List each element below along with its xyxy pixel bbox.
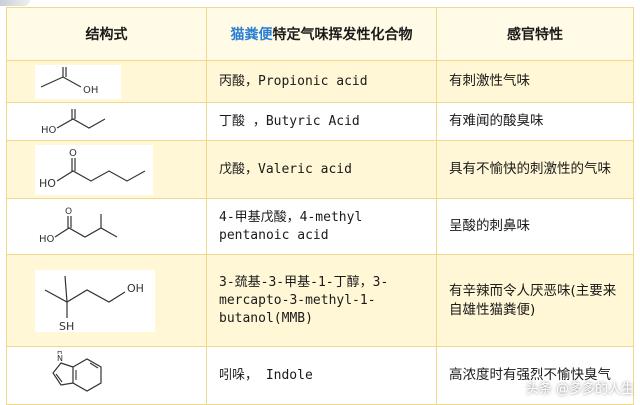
- compound-name: 吲哚， Indole: [206, 346, 437, 405]
- butyric-acid-structure-icon: HO: [35, 105, 131, 138]
- sensory-description: 有辛辣而令人厌恶味(主要来自雄性猫粪便): [436, 254, 634, 347]
- header-compound-highlight: 猫粪便: [230, 27, 273, 43]
- sensory-description: 有刺激性气味: [436, 60, 634, 103]
- table-row: OH SH 3-巯基-3-甲基-1-丁醇，3-mercapto-3-methyl…: [6, 254, 634, 347]
- compound-name: 4-甲基戊酸，4-methyl pentanoic acid: [206, 198, 437, 255]
- compound-name: 丁酸 ，Butyric Acid: [206, 102, 437, 141]
- table-row: OH 丙酸，Propionic acid 有刺激性气味: [6, 60, 634, 103]
- table-row: HO 丁酸 ，Butyric Acid 有难闻的酸臭味: [6, 102, 634, 141]
- compound-name: 3-巯基-3-甲基-1-丁醇，3-mercapto-3-methyl-1-but…: [206, 254, 437, 347]
- structure-cell: N H: [6, 346, 207, 405]
- compound-table: 结构式 猫粪便特定气味挥发性化合物 感官特性 OH 丙酸，Propionic a…: [6, 7, 634, 405]
- oh-label: OH: [127, 282, 144, 295]
- svg-text:H: H: [57, 351, 62, 356]
- sensory-description: 呈酸的刺鼻味: [436, 198, 634, 255]
- oh-label: OH: [83, 85, 98, 96]
- compound-name: 丙酸，Propionic acid: [206, 60, 437, 103]
- compound-name: 戊酸，Valeric acid: [206, 140, 437, 199]
- header-row: 结构式 猫粪便特定气味挥发性化合物 感官特性: [6, 7, 634, 61]
- sh-label: SH: [59, 320, 74, 332]
- mmb-structure-icon: OH SH: [35, 269, 155, 332]
- valeric-acid-structure-icon: HO O: [35, 144, 153, 195]
- indole-structure-icon: N H: [35, 350, 115, 401]
- sensory-description: 有难闻的酸臭味: [436, 102, 634, 141]
- watermark: 头条 @多多的人生: [525, 382, 634, 397]
- header-sensory: 感官特性: [436, 7, 634, 61]
- header-compound-rest: 特定气味挥发性化合物: [272, 27, 413, 43]
- structure-cell: HO O: [6, 198, 207, 255]
- structure-cell: HO: [6, 102, 207, 141]
- ho-label: HO: [39, 177, 56, 190]
- ho-label: HO: [39, 234, 55, 245]
- ho-label: HO: [41, 125, 57, 136]
- header-structure: 结构式: [6, 7, 207, 61]
- structure-cell: OH: [6, 60, 207, 103]
- svg-text:O: O: [65, 207, 72, 217]
- svg-text:O: O: [69, 148, 77, 159]
- propionic-acid-structure-icon: OH: [35, 64, 121, 99]
- structure-cell: OH SH: [6, 254, 207, 347]
- table-row: HO O 4-甲基戊酸，4-methyl pentanoic acid 呈酸的刺…: [6, 198, 634, 255]
- structure-cell: HO O: [6, 140, 207, 199]
- header-compound: 猫粪便特定气味挥发性化合物: [206, 7, 437, 61]
- sensory-description: 具有不愉快的刺激性的气味: [436, 140, 634, 199]
- 4-methylpentanoic-acid-structure-icon: HO O: [35, 203, 135, 250]
- image-edge-smudge: [0, 0, 30, 6]
- table-row: HO O 戊酸，Valeric acid 具有不愉快的刺激性的气味: [6, 140, 634, 199]
